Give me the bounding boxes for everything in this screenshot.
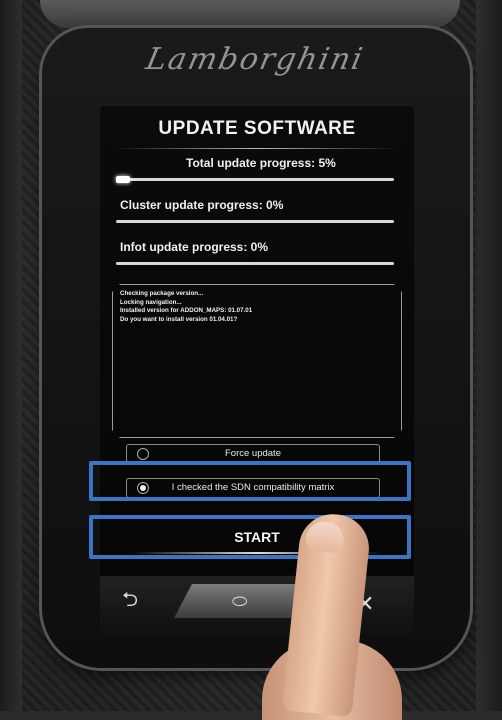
force-update-label: Force update [225, 448, 281, 459]
log-line: Installed version for ADDON_MAPS: 01.07.… [120, 307, 253, 314]
back-icon[interactable]: ⮌ [122, 590, 138, 610]
highlight-sdn-option [89, 461, 411, 501]
log-line: Checking package version... [120, 290, 204, 297]
log-line: Locking navigation... [120, 298, 182, 306]
total-progress-fill [116, 176, 130, 183]
nav-bar: ⮌ ⬭ ✕ [100, 576, 414, 642]
total-progress-bar [116, 176, 394, 183]
log-line: Do you want to install version 01.04.01? [120, 315, 238, 323]
page-title: UPDATE SOFTWARE [158, 118, 356, 139]
force-update-radio[interactable] [137, 448, 149, 460]
infot-progress-bar [116, 262, 394, 265]
home-icon[interactable]: ⬭ [232, 591, 247, 611]
cluster-progress-label: Cluster update progress: 0% [120, 198, 284, 212]
top-vent [40, 0, 460, 28]
cluster-progress-bar [116, 220, 394, 223]
brand-logo: Lamborghini [142, 42, 368, 77]
infot-progress-label: Infot update progress: 0% [120, 240, 269, 254]
log-text: Checking package version... Locking navi… [120, 290, 390, 430]
title-divider [114, 148, 400, 149]
right-trim [476, 0, 502, 711]
left-trim [0, 0, 22, 711]
total-progress-label: Total update progress: 5% [186, 156, 336, 170]
